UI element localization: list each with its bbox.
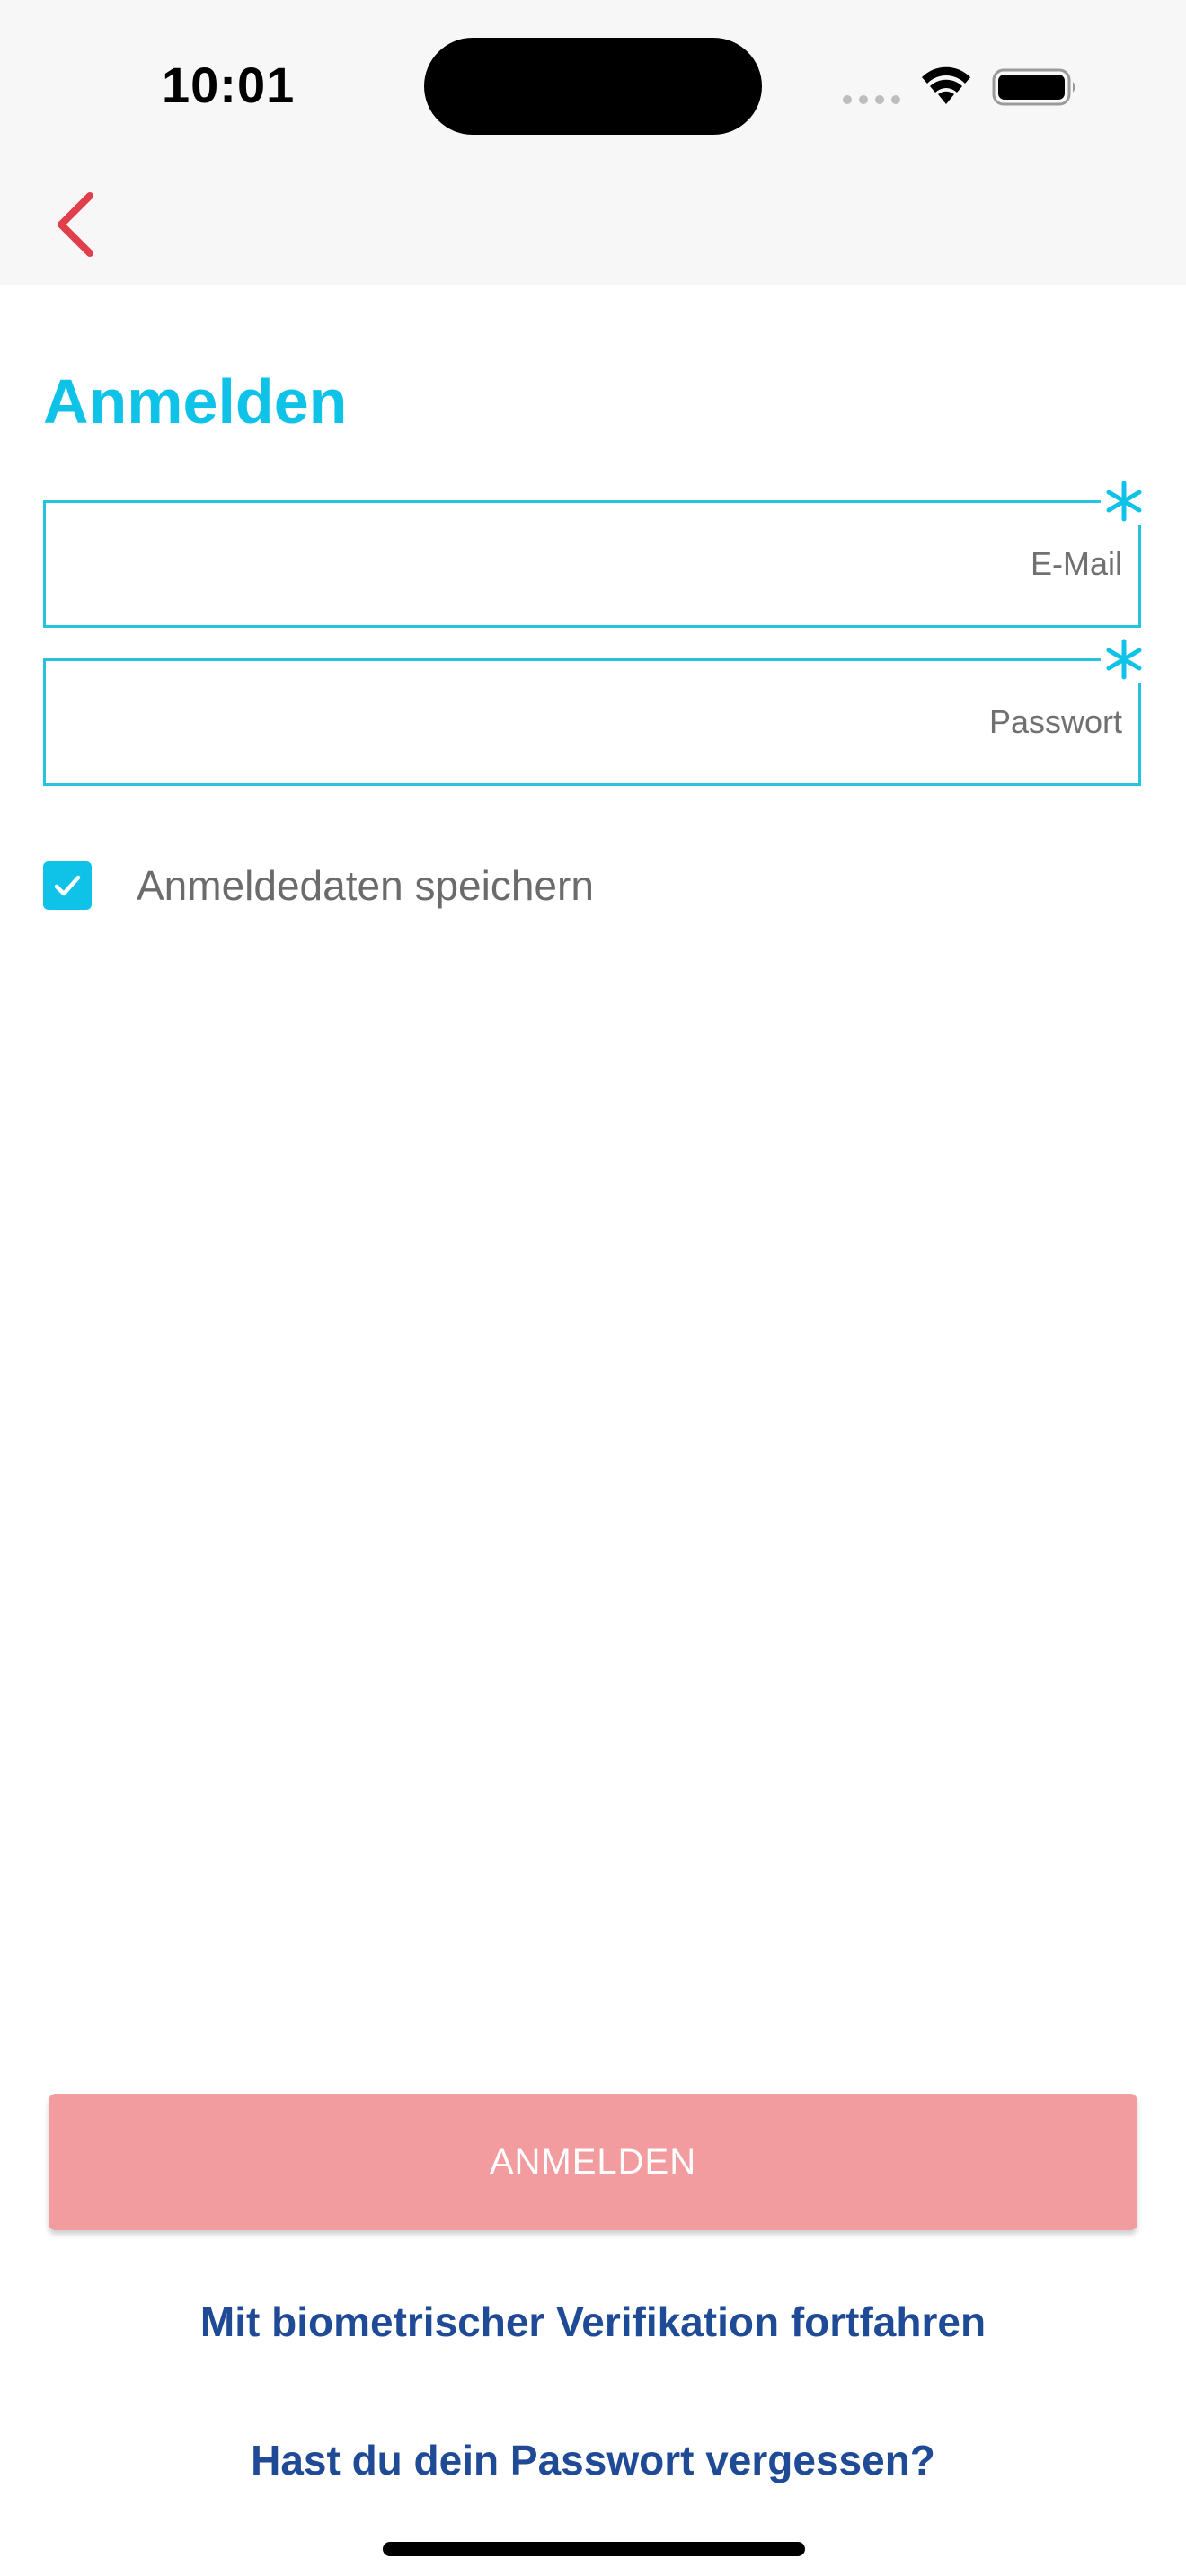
back-button[interactable] xyxy=(45,183,108,264)
top-bar: 10:01 xyxy=(0,0,1186,285)
remember-credentials-row[interactable]: Anmeldedaten speichern xyxy=(43,860,594,911)
cellular-signal-icon xyxy=(843,95,900,104)
email-input[interactable] xyxy=(46,503,1138,625)
page-title: Anmelden xyxy=(43,366,348,437)
status-time: 10:01 xyxy=(162,57,296,113)
login-button[interactable]: ANMELDEN xyxy=(49,2094,1137,2230)
email-field xyxy=(43,478,1147,628)
battery-icon xyxy=(992,68,1075,106)
checkmark-icon xyxy=(54,875,81,896)
chevron-left-icon xyxy=(58,192,93,257)
forgot-password-link[interactable]: Hast du dein Passwort vergessen? xyxy=(0,2436,1186,2484)
required-asterisk-icon xyxy=(1101,636,1147,683)
dynamic-island xyxy=(424,38,762,135)
login-screen: 10:01 Anmelden E-Mail Anmeldedaten speic… xyxy=(0,0,1186,2576)
biometric-login-link[interactable]: Mit biometrischer Verifikation fortfahre… xyxy=(0,2298,1186,2346)
remember-label: Anmeldedaten speichern xyxy=(137,862,594,909)
password-input[interactable] xyxy=(46,661,1138,783)
home-indicator xyxy=(383,2542,805,2556)
required-asterisk-icon xyxy=(1101,478,1147,525)
wifi-icon xyxy=(922,66,970,104)
password-field xyxy=(43,636,1147,786)
remember-checkbox[interactable] xyxy=(43,861,92,910)
